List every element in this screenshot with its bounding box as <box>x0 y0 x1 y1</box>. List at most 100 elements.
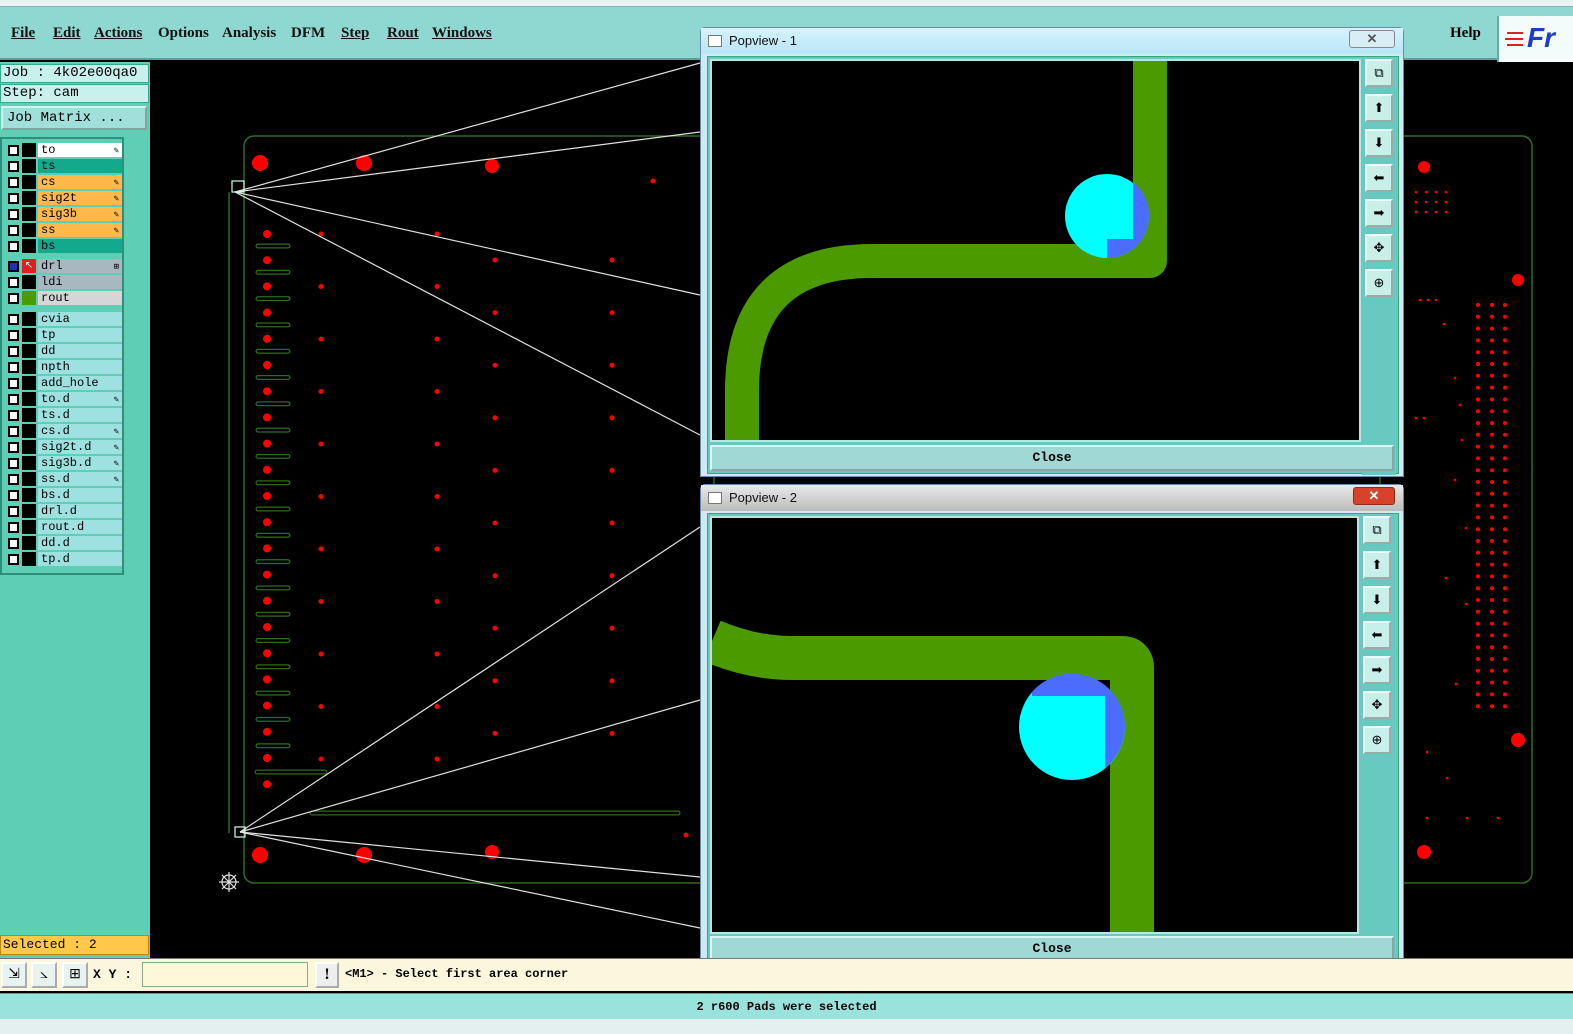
layer-checkbox[interactable] <box>8 410 19 421</box>
layer-row-dd-d[interactable]: dd.d <box>4 536 122 550</box>
popview-2-titlebar[interactable]: Popview - 2 ✕ <box>701 485 1403 511</box>
layer-row-npth[interactable]: npth <box>4 360 122 374</box>
layer-checkbox[interactable] <box>8 506 19 517</box>
layer-checkbox[interactable] <box>8 458 19 469</box>
layer-name[interactable]: bs.d <box>38 488 122 502</box>
layer-row-add-hole[interactable]: add_hole <box>4 376 122 390</box>
layer-row-tp-d[interactable]: tp.d <box>4 552 122 566</box>
layer-row-tp[interactable]: tp <box>4 328 122 342</box>
layer-name[interactable]: dd.d <box>38 536 122 550</box>
layer-checkbox[interactable] <box>8 538 19 549</box>
layer-row-bs-d[interactable]: bs.d <box>4 488 122 502</box>
menu-file[interactable]: File <box>11 25 35 42</box>
warning-icon[interactable]: ! <box>315 962 339 988</box>
layer-checkbox[interactable] <box>8 293 19 304</box>
layer-checkbox[interactable] <box>8 177 19 188</box>
layer-checkbox[interactable] <box>8 362 19 373</box>
pan-right-icon[interactable]: ➡ <box>1363 656 1391 684</box>
menu-help[interactable]: Help <box>1450 25 1481 42</box>
layer-row-cs[interactable]: cs ✎ <box>4 175 122 189</box>
layer-name[interactable]: drl ⊞ <box>38 259 122 273</box>
layer-name[interactable]: sig3b ✎ <box>38 207 122 221</box>
layer-row-to-d[interactable]: to.d ✎ <box>4 392 122 406</box>
layer-name[interactable]: to.d ✎ <box>38 392 122 406</box>
layer-name[interactable]: sig2t ✎ <box>38 191 122 205</box>
layer-name[interactable]: cvia <box>38 312 122 326</box>
zoom-home-icon[interactable]: ⧉ <box>1363 516 1391 544</box>
measure-icon[interactable]: ⦣ <box>31 962 57 988</box>
layer-row-rout-d[interactable]: rout.d <box>4 520 122 534</box>
layer-checkbox[interactable] <box>8 522 19 533</box>
layer-row-ts-d[interactable]: ts.d <box>4 408 122 422</box>
layer-row-rout[interactable]: rout <box>4 291 122 305</box>
pan-up-icon[interactable]: ⬆ <box>1365 94 1393 122</box>
layer-name[interactable]: ldi <box>38 275 122 289</box>
pan-left-icon[interactable]: ⬅ <box>1365 164 1393 192</box>
layer-row-drl-d[interactable]: drl.d <box>4 504 122 518</box>
layer-name[interactable]: ts <box>38 159 122 173</box>
layer-row-sig3b-d[interactable]: sig3b.d ✎ <box>4 456 122 470</box>
pan-down-icon[interactable]: ⬇ <box>1363 586 1391 614</box>
layer-checkbox[interactable] <box>8 277 19 288</box>
grid-icon[interactable]: ⊞ <box>62 962 88 988</box>
layer-name[interactable]: sig2t.d ✎ <box>38 440 122 454</box>
popview-1-close-button[interactable]: Close <box>710 445 1394 471</box>
work-layer-icon[interactable]: ↖ <box>22 259 36 273</box>
popview-1-titlebar[interactable]: Popview - 1 ✕ <box>701 28 1403 54</box>
layer-name[interactable]: npth <box>38 360 122 374</box>
close-icon[interactable]: ✕ <box>1349 30 1395 48</box>
pan-down-icon[interactable]: ⬇ <box>1365 129 1393 157</box>
layer-name[interactable]: cs.d ✎ <box>38 424 122 438</box>
menu-options[interactable]: Options <box>158 25 209 42</box>
layer-row-bs[interactable]: bs <box>4 239 122 253</box>
layer-name[interactable]: tp.d <box>38 552 122 566</box>
layer-row-sig2t[interactable]: sig2t ✎ <box>4 191 122 205</box>
pan-right-icon[interactable]: ➡ <box>1365 199 1393 227</box>
layer-checkbox[interactable] <box>8 378 19 389</box>
layer-name[interactable]: ss ✎ <box>38 223 122 237</box>
layer-row-ldi[interactable]: ldi <box>4 275 122 289</box>
pan-left-icon[interactable]: ⬅ <box>1363 621 1391 649</box>
menu-step[interactable]: Step <box>341 25 369 42</box>
layer-checkbox[interactable] <box>8 554 19 565</box>
layer-row-sig3b[interactable]: sig3b ✎ <box>4 207 122 221</box>
layer-checkbox[interactable] <box>8 161 19 172</box>
menu-rout[interactable]: Rout <box>387 25 419 42</box>
layer-checkbox[interactable] <box>8 442 19 453</box>
menu-edit[interactable]: Edit <box>53 25 81 42</box>
popview-1-window[interactable]: Popview - 1 ✕ ⧉ ⬆ ⬇ ⬅ ➡ ✥ ⊕ Close <box>700 27 1404 477</box>
layer-checkbox[interactable] <box>8 474 19 485</box>
layer-checkbox[interactable] <box>8 314 19 325</box>
popview-2-window[interactable]: Popview - 2 ✕ ⧉ ⬆ ⬇ ⬅ ➡ ✥ ⊕ Close <box>700 484 1404 968</box>
layer-row-ts[interactable]: ts <box>4 159 122 173</box>
menu-actions[interactable]: Actions <box>94 25 142 42</box>
layer-name[interactable]: to ✎ <box>38 143 122 157</box>
layer-name[interactable]: bs <box>38 239 122 253</box>
job-matrix-button[interactable]: Job Matrix ... <box>1 106 147 130</box>
layer-checkbox[interactable] <box>8 241 19 252</box>
layer-row-ss[interactable]: ss ✎ <box>4 223 122 237</box>
layer-checkbox[interactable] <box>8 490 19 501</box>
layer-row-cs-d[interactable]: cs.d ✎ <box>4 424 122 438</box>
zoom-home-icon[interactable]: ⧉ <box>1365 59 1393 87</box>
layer-checkbox[interactable] <box>8 193 19 204</box>
snap-icon[interactable]: ⇲ <box>1 962 27 988</box>
pan-up-icon[interactable]: ⬆ <box>1363 551 1391 579</box>
layer-row-ss-d[interactable]: ss.d ✎ <box>4 472 122 486</box>
popview-1-canvas[interactable] <box>710 59 1361 442</box>
layer-name[interactable]: drl.d <box>38 504 122 518</box>
layer-row-to[interactable]: to ✎ <box>4 143 122 157</box>
layer-checkbox[interactable] <box>8 330 19 341</box>
layer-row-dd[interactable]: dd <box>4 344 122 358</box>
menu-dfm[interactable]: DFM <box>291 25 325 42</box>
layer-checkbox[interactable] <box>8 394 19 405</box>
layer-name[interactable]: ss.d ✎ <box>38 472 122 486</box>
layer-checkbox[interactable] <box>8 261 19 272</box>
close-icon[interactable]: ✕ <box>1353 487 1395 505</box>
layer-name[interactable]: add_hole <box>38 376 122 390</box>
layer-name[interactable]: rout <box>38 291 122 305</box>
menu-windows[interactable]: Windows <box>432 25 492 42</box>
layer-row-cvia[interactable]: cvia <box>4 312 122 326</box>
layer-checkbox[interactable] <box>8 209 19 220</box>
layer-checkbox[interactable] <box>8 426 19 437</box>
